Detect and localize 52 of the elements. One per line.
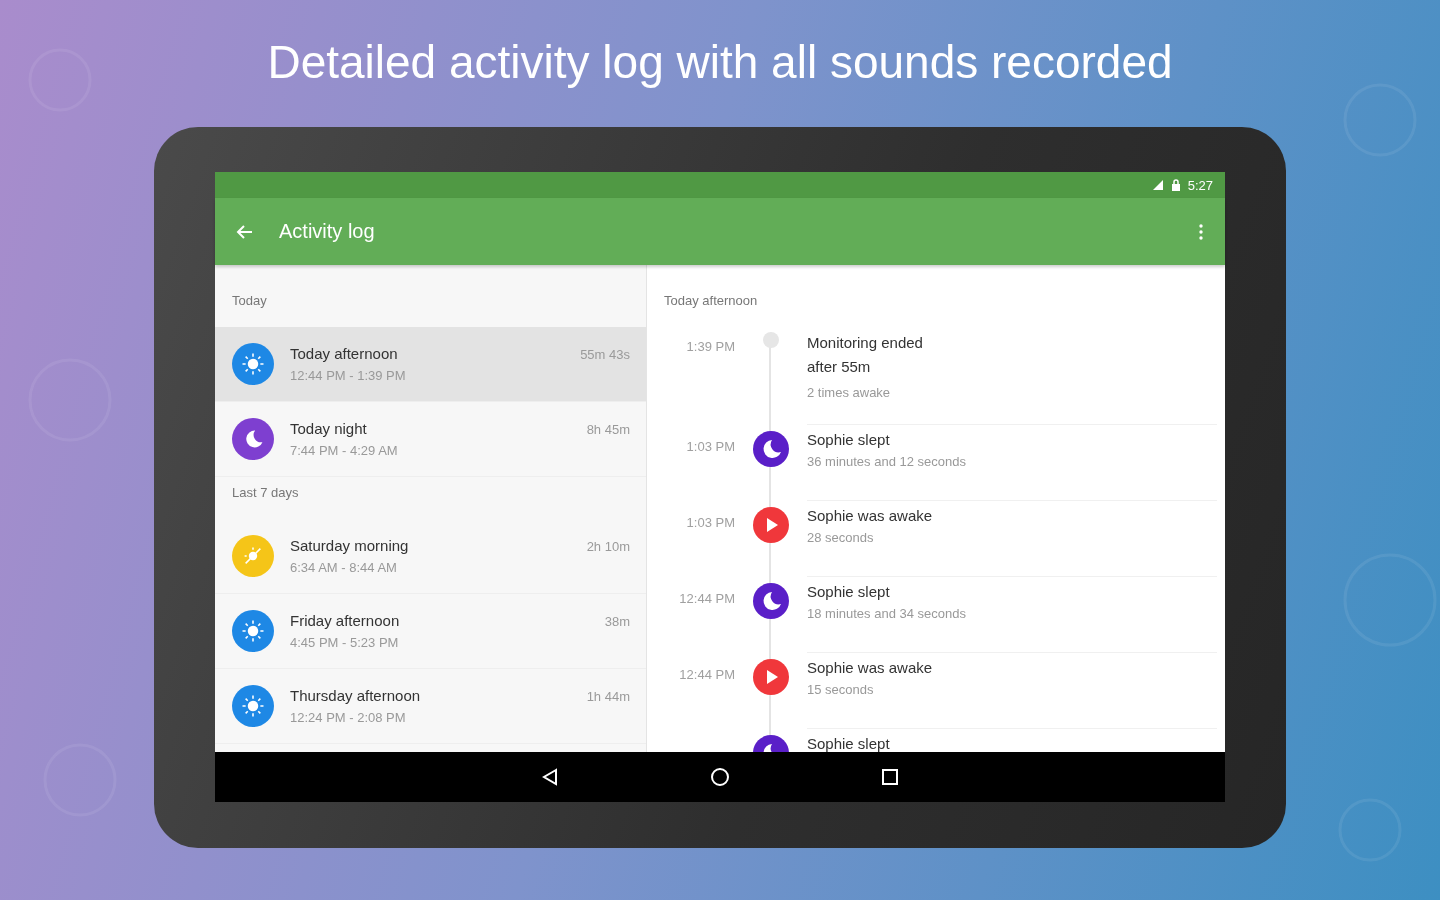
app-title: Activity log [279, 220, 376, 243]
event-title: Sophie was awake [807, 659, 934, 676]
more-icon [1199, 223, 1203, 240]
status-time: 5:27 [1187, 177, 1213, 193]
session-title: Today night [290, 420, 368, 437]
session-title: Saturday morning [290, 537, 410, 554]
play-icon[interactable] [753, 507, 789, 543]
event-detail: 2 times awake [807, 385, 892, 400]
moon-icon [753, 431, 789, 467]
signal-icon [1151, 179, 1164, 191]
event-detail: 36 minutes and 12 seconds [807, 454, 967, 469]
session-duration: 8h 45m [586, 422, 630, 437]
event-time: 12:44 PM [678, 590, 735, 608]
session-time-range: 12:24 PM - 2:08 PM [290, 710, 407, 725]
event-time: 1:03 PM [685, 514, 735, 532]
session-item[interactable]: Thursday afternoon 12:24 PM - 2:08 PM 1h 44m [215, 669, 646, 744]
session-time-range: 6:34 AM - 8:44 AM [290, 560, 398, 575]
session-item[interactable]: Today night 7:44 PM - 4:29 AM 8h 45m [215, 402, 646, 477]
session-title: Thursday afternoon [290, 687, 422, 704]
back-nav-icon[interactable] [540, 767, 560, 787]
session-title: Friday afternoon [290, 612, 401, 629]
event-title: Sophie slept [807, 735, 891, 752]
session-item[interactable]: Friday afternoon 4:45 PM - 5:23 PM 38m [215, 594, 646, 669]
session-title: Today afternoon [290, 345, 399, 362]
timeline-heading: Today afternoon [663, 293, 759, 310]
event-title: Monitoring ended after 55m [807, 333, 924, 377]
session-time-range: 7:44 PM - 4:29 AM [290, 443, 399, 458]
moon-icon [753, 583, 789, 619]
session-item[interactable]: Saturday morning 6:34 AM - 8:44 AM 2h 10m [215, 519, 646, 594]
headline: Detailed activity log with all sounds recorded [267, 35, 1173, 90]
event-title: Sophie slept [807, 583, 891, 600]
recent-apps-icon[interactable] [880, 767, 900, 787]
session-duration: 1h 44m [586, 689, 630, 704]
session-time-range: 12:44 PM - 1:39 PM [290, 368, 407, 383]
event-time: 12:44 PM [678, 666, 735, 684]
session-duration: 38m [604, 614, 630, 629]
session-item[interactable]: Today afternoon 12:44 PM - 1:39 PM 55m 43s [215, 327, 646, 402]
session-duration: 55m 43s [580, 347, 630, 362]
event-title: Sophie was awake [807, 507, 934, 524]
event-detail: 18 minutes and 34 seconds [807, 606, 967, 621]
event-time: 1:03 PM [685, 438, 735, 456]
section-header: Last 7 days [231, 484, 300, 502]
session-duration: 2h 10m [586, 539, 630, 554]
section-header: Today [231, 292, 268, 310]
home-icon[interactable] [710, 767, 730, 787]
lock-icon [1169, 179, 1182, 191]
event-time: 1:39 PM [685, 338, 735, 356]
session-time-range: 4:45 PM - 5:23 PM [290, 635, 400, 650]
event-detail: 28 seconds [807, 530, 875, 545]
event-title: Sophie slept [807, 431, 891, 448]
event-detail: 15 seconds [807, 682, 875, 697]
play-icon[interactable] [753, 659, 789, 695]
